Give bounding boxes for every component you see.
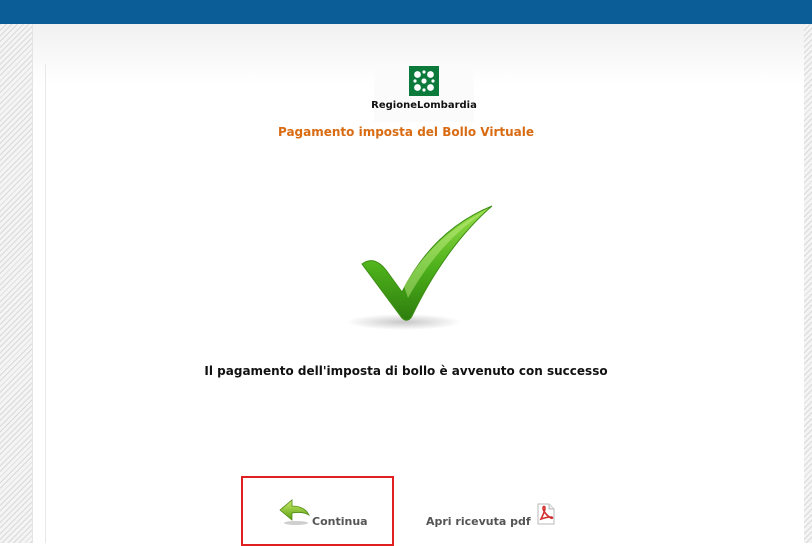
checkmark-icon bbox=[344, 200, 504, 340]
regione-lombardia-logo: RegioneLombardia bbox=[371, 64, 477, 122]
receipt-label: Apri ricevuta pdf bbox=[426, 515, 531, 528]
rosa-camuna-icon bbox=[409, 66, 439, 96]
right-rail bbox=[804, 24, 812, 543]
continue-label: Continua bbox=[312, 515, 368, 528]
top-bar bbox=[0, 0, 812, 24]
success-message: Il pagamento dell'imposta di bollo è avv… bbox=[204, 364, 608, 378]
continue-button[interactable]: Continua bbox=[278, 498, 368, 530]
back-arrow-icon bbox=[278, 498, 310, 530]
service-title: Pagamento imposta del Bollo Virtuale bbox=[277, 125, 534, 139]
pdf-icon bbox=[535, 502, 557, 530]
open-receipt-pdf-link[interactable]: Apri ricevuta pdf bbox=[426, 502, 557, 530]
left-rail bbox=[0, 24, 33, 543]
logo-text: RegioneLombardia bbox=[371, 100, 477, 111]
